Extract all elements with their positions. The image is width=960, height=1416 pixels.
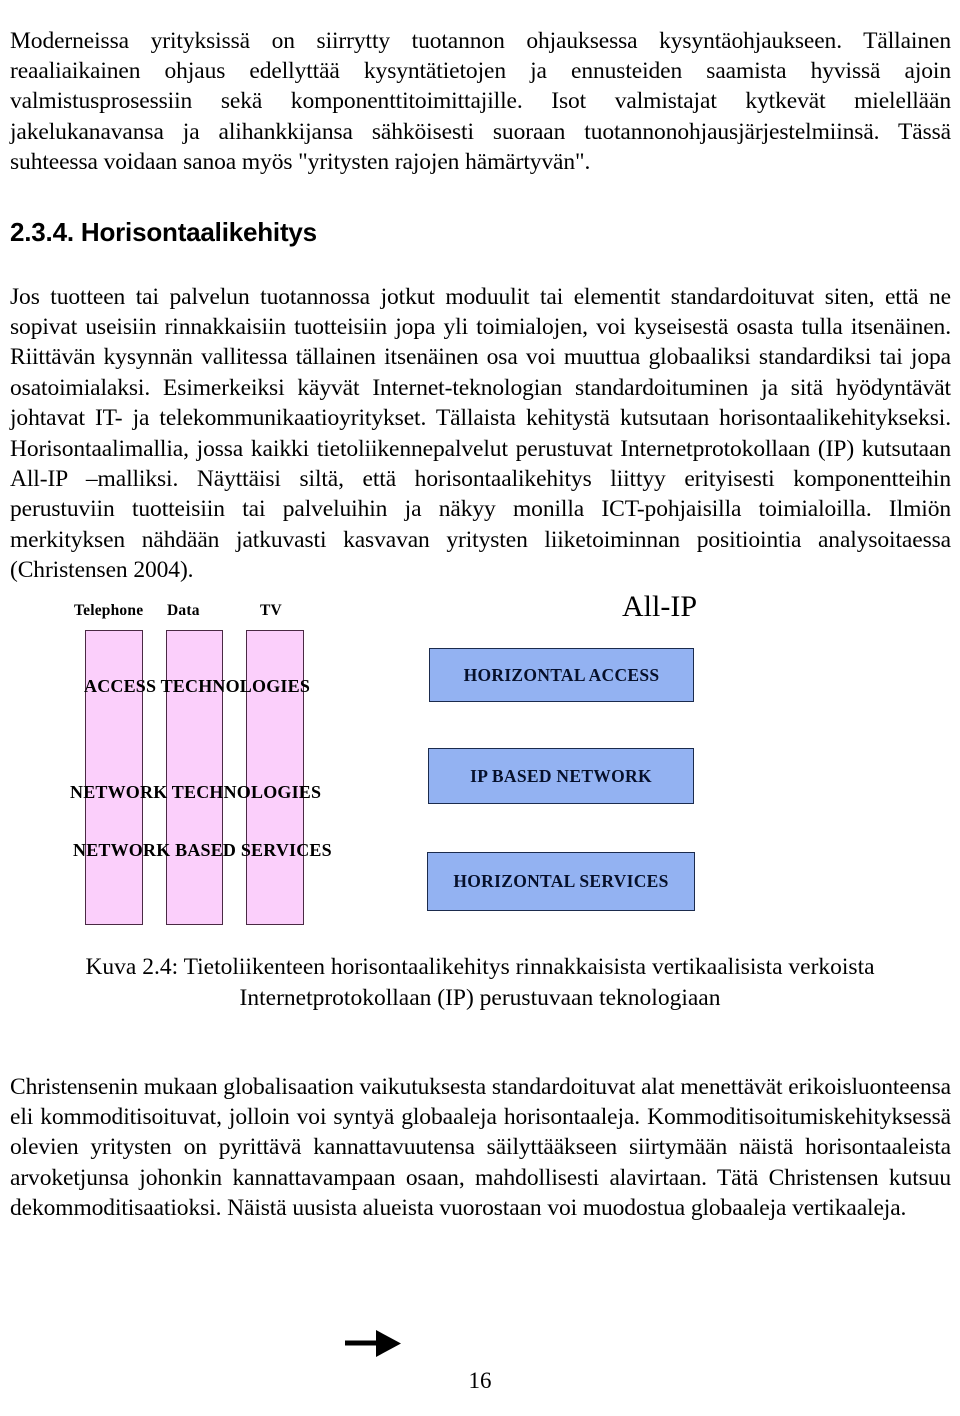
horizontal-box-label-services: HORIZONTAL SERVICES (453, 871, 669, 891)
horizontal-box-horizontal-services: HORIZONTAL SERVICES (427, 852, 695, 911)
vertical-column-label-tv: TV (260, 602, 282, 619)
figure-2-4: Telephone Data TV ACCESS TECHNOLOGIES NE… (0, 578, 960, 1357)
paragraph-horisontaalikehitys: Jos tuotteen tai palvelun tuotannossa jo… (10, 283, 951, 584)
document-page: Moderneissa yrityksissä on siirrytty tuo… (0, 0, 960, 1416)
horizontal-box-ip-based-network: IP BASED NETWORK (428, 748, 694, 804)
vertical-column-label-data: Data (167, 602, 200, 619)
vertical-silo-tv (246, 630, 304, 925)
section-heading: 2.3.4. Horisontaalikehitys (10, 216, 317, 247)
layer-label-network-technologies: NETWORK TECHNOLOGIES (70, 782, 322, 802)
figure-caption-line-1: Kuva 2.4: Tietoliikenteen horisontaalike… (85, 954, 783, 980)
page-number: 16 (468, 1368, 492, 1393)
vertical-silo-data (166, 630, 223, 925)
layer-label-access-technologies: ACCESS TECHNOLOGIES (84, 676, 311, 696)
paragraph-intro: Moderneissa yrityksissä on siirrytty tuo… (10, 27, 951, 176)
paragraph-christensen: Christensenin mukaan globalisaation vaik… (10, 1073, 951, 1222)
vertical-silo-telephone (85, 630, 143, 925)
figure-all-ip-title: All-IP (622, 590, 697, 623)
figure-caption: Kuva 2.4: Tietoliikenteen horisontaalike… (72, 952, 888, 1014)
vertical-column-label-telephone: Telephone (74, 602, 144, 619)
horizontal-box-label-network: IP BASED NETWORK (470, 765, 652, 786)
horizontal-box-horizontal-access: HORIZONTAL ACCESS (429, 648, 694, 702)
horizontal-box-label-access: HORIZONTAL ACCESS (463, 664, 660, 685)
transformation-arrow-icon (345, 1330, 401, 1357)
layer-label-network-based-services: NETWORK BASED SERVICES (73, 840, 332, 860)
